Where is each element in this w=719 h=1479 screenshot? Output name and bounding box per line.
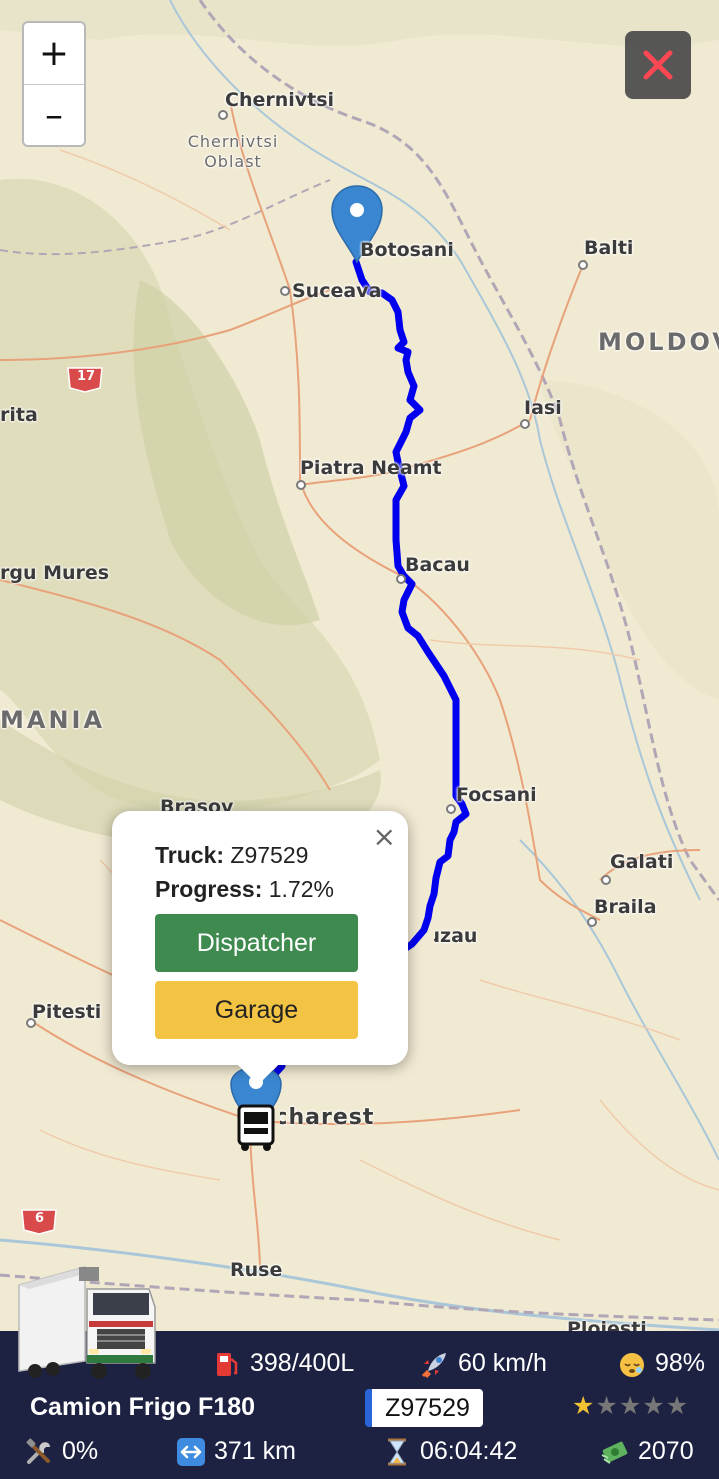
zoom-out-button[interactable]: – <box>24 84 84 145</box>
city-label: Braila <box>594 896 657 918</box>
zoom-in-button[interactable]: + <box>24 23 84 84</box>
city-label: Piatra Neamt <box>300 457 442 479</box>
progress-value: 1.72% <box>268 876 334 902</box>
truck-popup: × Truck: Z97529 Progress: 1.72% Dispatch… <box>112 811 408 1085</box>
city-label: Balti <box>584 237 634 259</box>
city-label: Botosani <box>360 239 454 261</box>
popup-close-button[interactable]: × <box>373 823 396 851</box>
city-label: Pitesti <box>32 1001 102 1023</box>
close-icon <box>643 50 673 80</box>
zoom-control: + – <box>22 21 86 147</box>
city-label: Ruse <box>230 1259 283 1281</box>
country-label: MOLDOVA <box>598 328 719 356</box>
dispatcher-button[interactable]: Dispatcher <box>155 914 358 972</box>
city-label: Chernivtsi <box>225 89 335 111</box>
plate-badge: Z97529 <box>365 1389 483 1427</box>
city-label: Iasi <box>524 397 562 419</box>
city-label: rita <box>0 404 38 426</box>
truck-value: Z97529 <box>230 842 309 868</box>
garage-button[interactable]: Garage <box>155 981 358 1039</box>
city-label: Galati <box>610 851 674 873</box>
star-icon: ★ <box>618 1392 643 1420</box>
city-label: Ploiesti <box>567 1318 647 1331</box>
truck-row: Truck: Z97529 <box>155 842 308 869</box>
progress-label: Progress: <box>155 876 263 902</box>
city-label: rgu Mures <box>0 562 110 584</box>
close-map-button[interactable] <box>625 31 691 99</box>
progress-row: Progress: 1.72% <box>155 876 334 903</box>
map-view[interactable]: Chernivtsi Botosani Balti Suceava Iasi P… <box>0 0 719 1331</box>
road-shield-label: 17 <box>77 369 96 384</box>
star-icon: ★ <box>572 1392 596 1420</box>
road-shield-label: 6 <box>35 1211 45 1226</box>
popup-tip <box>236 1063 280 1085</box>
star-icon: ★ <box>595 1392 619 1420</box>
map-terrain <box>0 0 719 1331</box>
truck-label: Truck: <box>155 842 225 868</box>
star-icon: ★ <box>642 1392 666 1420</box>
star-icon: ★ <box>665 1392 690 1420</box>
city-label: Suceava <box>292 280 382 302</box>
region-label: Chernivtsi Oblast <box>187 132 279 171</box>
country-label: MANIA <box>0 706 106 734</box>
rating-stars: ★★★★★ <box>572 1391 689 1421</box>
truck-image[interactable] <box>17 1263 159 1385</box>
city-label: Bacau <box>405 554 470 576</box>
city-label: Focsani <box>456 784 537 806</box>
